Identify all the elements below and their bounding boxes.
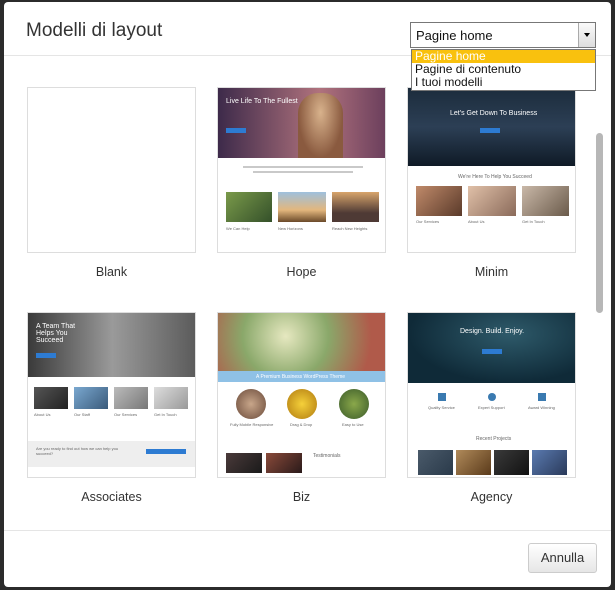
template-thumbnail[interactable]: A Premium Business WordPress Theme Fully…	[217, 312, 386, 478]
feature-photo	[34, 387, 68, 409]
hero-image	[218, 313, 385, 371]
cta-button	[146, 449, 186, 454]
feature-caption: Award Winning	[528, 405, 555, 410]
feature-caption: Drag & Drop	[290, 422, 313, 427]
cta-text: Are you ready to find out how we can hel…	[36, 446, 119, 456]
hero-button	[36, 353, 56, 358]
select-toggle-button[interactable]	[578, 23, 595, 47]
template-thumbnail[interactable]: Live Life To The Fullest We Can Help New…	[217, 87, 386, 253]
hero-title: A Team That Helps You Succeed	[36, 323, 76, 344]
template-thumbnail[interactable]: Design. Build. Enjoy. Quality Service Ex…	[407, 312, 576, 478]
project-photo	[532, 450, 567, 475]
feature-caption: New Horizons	[278, 226, 303, 231]
feature-caption: Get In Touch	[522, 219, 545, 224]
girl-photo	[298, 93, 343, 158]
feature-caption: We Can Help	[226, 226, 250, 231]
hero-title: Let's Get Down To Business	[450, 110, 538, 117]
feature-caption: Fully Mobile Responsive	[230, 422, 274, 427]
option-i-tuoi-modelli[interactable]: I tuoi modelli	[412, 76, 595, 89]
category-dropdown-list: Pagine home Pagine di contenuto I tuoi m…	[411, 49, 596, 91]
section-title: Recent Projects	[476, 436, 512, 442]
feature-caption: Reach New Heights	[332, 226, 368, 231]
project-photo	[418, 450, 453, 475]
feature-photo	[114, 387, 148, 409]
feature-circle-photo	[339, 389, 369, 419]
feature-photo	[266, 453, 302, 473]
hero-image: Live Life To The Fullest	[218, 88, 385, 158]
feature-caption: Quality Service	[428, 405, 455, 410]
hero-button	[226, 128, 246, 133]
feature-photo	[278, 192, 326, 222]
feature-photo	[74, 387, 108, 409]
trophy-icon	[538, 393, 546, 401]
project-photo	[456, 450, 491, 475]
quote-line	[243, 166, 363, 168]
feature-caption: Our Services	[416, 219, 440, 224]
feature-caption: Get In Touch	[154, 412, 177, 417]
feature-caption: About Us	[34, 412, 51, 417]
feature-caption: Easy to Use	[342, 422, 364, 427]
template-name: Biz	[292, 490, 311, 504]
select-value: Pagine home	[416, 28, 493, 43]
thumbs-up-icon	[438, 393, 446, 401]
templates-grid: Blank Live Life To The Fullest We Can He…	[4, 57, 611, 530]
template-name: Associates	[81, 490, 142, 504]
feature-photo	[154, 387, 188, 409]
hero-image: A Team That Helps You Succeed	[28, 313, 195, 377]
template-name: Hope	[286, 265, 317, 279]
template-name: Blank	[95, 265, 128, 279]
dialog-header: Modelli di layout Pagine home Pagine hom…	[4, 2, 611, 91]
hero-title: Design. Build. Enjoy.	[460, 328, 525, 335]
feature-circle-photo	[236, 389, 266, 419]
hero-image: Design. Build. Enjoy.	[408, 313, 575, 383]
chevron-down-icon	[584, 33, 590, 37]
users-icon	[488, 393, 496, 401]
section-title: We're Here To Help You Succeed	[458, 174, 532, 180]
template-name: Minim	[474, 265, 509, 279]
template-thumbnail[interactable]	[27, 87, 196, 253]
feature-caption: About Us	[468, 219, 485, 224]
feature-photo	[416, 186, 462, 216]
project-photo	[494, 450, 529, 475]
feature-photo	[522, 186, 569, 216]
template-name: Agency	[470, 490, 513, 504]
template-thumbnail[interactable]: Let's Get Down To Business We're Here To…	[407, 87, 576, 253]
feature-photo	[468, 186, 516, 216]
cancel-button[interactable]: Annulla	[528, 543, 597, 573]
testimonials-title: Testimonials	[313, 453, 341, 459]
hero-image: Let's Get Down To Business	[408, 88, 575, 166]
template-thumbnail[interactable]: A Team That Helps You Succeed About Us O…	[27, 312, 196, 478]
feature-photo	[226, 453, 262, 473]
feature-caption: Our Services	[114, 412, 138, 417]
hero-button	[482, 349, 502, 354]
feature-circle-photo	[287, 389, 317, 419]
feature-caption: Expert Support	[478, 405, 505, 410]
banner-text: A Premium Business WordPress Theme	[256, 374, 346, 380]
template-category-select[interactable]: Pagine home	[410, 22, 596, 48]
layout-templates-dialog: Modelli di layout Pagine home Pagine hom…	[4, 2, 611, 587]
quote-line	[253, 171, 353, 173]
feature-caption: Our Staff	[74, 412, 90, 417]
hero-button	[480, 128, 500, 133]
dialog-title: Modelli di layout	[26, 20, 163, 41]
hero-title: Live Life To The Fullest	[226, 98, 298, 105]
feature-photo	[226, 192, 272, 222]
vertical-scrollbar[interactable]	[596, 133, 603, 313]
feature-photo	[332, 192, 379, 222]
dialog-footer: Annulla	[4, 530, 611, 587]
